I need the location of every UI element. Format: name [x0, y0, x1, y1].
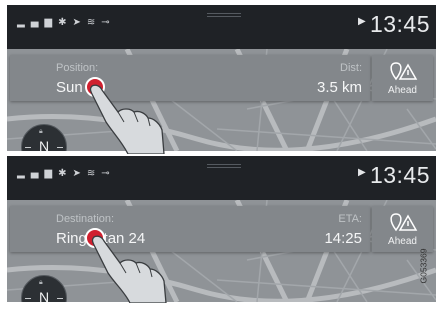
position-card[interactable]: Position: Sun Dist: 3.5 km	[10, 55, 370, 101]
wifi-icon: ≋	[86, 17, 102, 28]
status-icons: ▂▄▆✱➤≋⊸	[17, 17, 116, 28]
status-bar: ▂▄▆✱➤≋⊸ ▶ 13:45	[7, 5, 436, 49]
lock-icon: 🔒︎	[39, 278, 43, 286]
location-icon: ➤	[72, 168, 87, 179]
compass-north-label: N	[38, 289, 50, 302]
bluetooth-icon: ✱	[58, 168, 73, 179]
finger-pointer-icon	[91, 235, 167, 303]
screen-position: ▂▄▆✱➤≋⊸ ▶ 13:45 🔒︎ N Position: Sun Dist:…	[7, 5, 436, 151]
play-icon: ▶	[358, 16, 366, 27]
distance-label: Dist:	[340, 62, 362, 74]
ahead-button[interactable]: Ahead	[372, 55, 433, 101]
drag-handle[interactable]	[207, 164, 241, 168]
clock: 13:45	[369, 11, 430, 37]
signal-icon: ▂▄▆	[17, 168, 59, 179]
ahead-label: Ahead	[388, 85, 417, 96]
screen-destination: ▂▄▆✱➤≋⊸ ▶ 13:45 🔒︎ N Destination: 24 ETA…	[7, 156, 436, 302]
distance-value: 3.5 km	[316, 79, 362, 96]
lock-icon: 🔒︎	[39, 127, 43, 135]
location-icon: ➤	[72, 17, 87, 28]
usb-icon: ⊸	[101, 168, 116, 179]
route-warning-icon	[390, 62, 418, 81]
destination-label: Destination:	[56, 213, 115, 225]
eta-label: ETA:	[338, 213, 362, 225]
position-label: Position:	[56, 62, 99, 74]
signal-icon: ▂▄▆	[17, 17, 59, 28]
drag-handle[interactable]	[207, 13, 241, 17]
finger-pointer-icon	[89, 84, 165, 154]
destination-card[interactable]: Destination: Ringgatan 24 ETA: 14:25	[10, 206, 370, 252]
clock: 13:45	[369, 162, 430, 188]
image-code: G053369	[418, 248, 429, 284]
play-icon: ▶	[358, 167, 366, 178]
usb-icon: ⊸	[101, 17, 116, 28]
eta-value: 14:25	[324, 230, 362, 247]
status-icons: ▂▄▆✱➤≋⊸	[17, 168, 116, 179]
position-value: Sun	[56, 79, 83, 96]
bluetooth-icon: ✱	[58, 17, 73, 28]
status-bar: ▂▄▆✱➤≋⊸ ▶ 13:45	[7, 156, 436, 200]
compass-north-label: N	[38, 138, 50, 151]
wifi-icon: ≋	[86, 168, 102, 179]
route-warning-icon	[390, 213, 418, 232]
